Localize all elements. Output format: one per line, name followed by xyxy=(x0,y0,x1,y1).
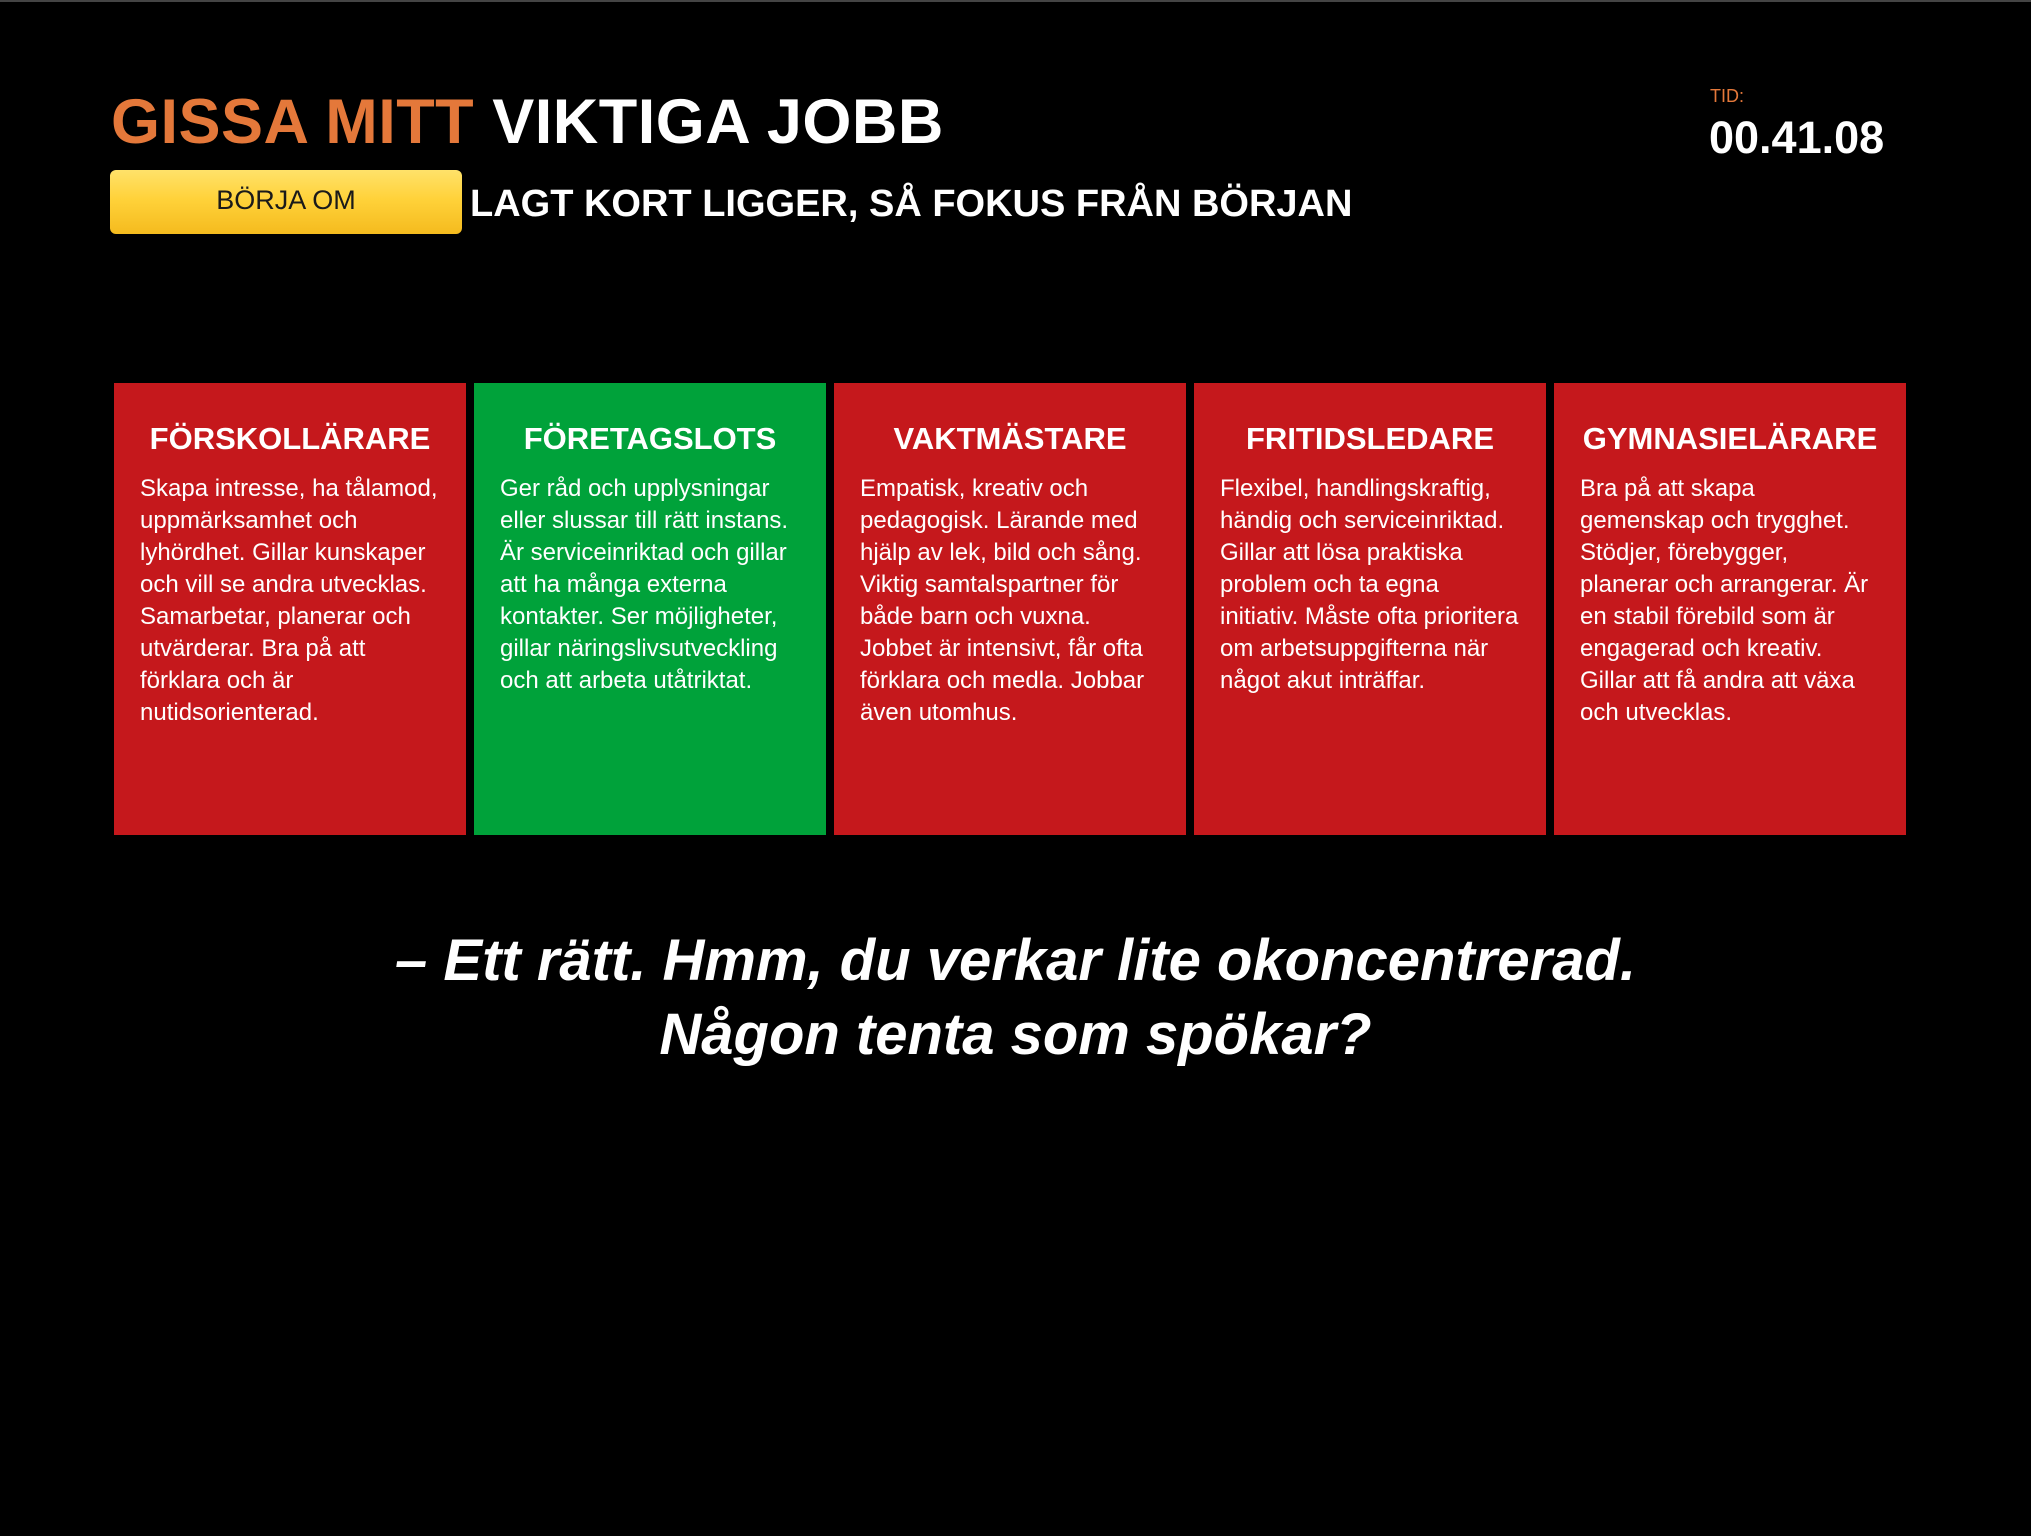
job-card-description: Flexibel, handlingskraftig, händig och s… xyxy=(1220,475,1519,694)
game-title-highlight: GISSA MITT xyxy=(111,87,475,157)
timer-label: TID: xyxy=(1710,86,1744,106)
job-card-gymnasielarare[interactable]: GYMNASIELÄRARE Bra på att skapa gemenska… xyxy=(1554,383,1906,835)
job-card-foretagslots[interactable]: FÖRETAGSLOTS Ger råd och upplysningar el… xyxy=(474,383,826,835)
game-subtitle: LAGT KORT LIGGER, SÅ FOKUS FRÅN BÖRJAN xyxy=(470,183,1353,225)
job-card-title: FÖRETAGSLOTS xyxy=(523,421,777,456)
job-card-title: VAKTMÄSTARE xyxy=(893,421,1127,456)
job-card-description: Empatisk, kreativ och pedagogisk. Lärand… xyxy=(860,475,1145,726)
job-card-title: FRITIDSLEDARE xyxy=(1246,421,1494,456)
feedback-line-2: Någon tenta som spökar? xyxy=(659,1002,1372,1067)
timer-value: 00.41.08 xyxy=(1709,112,1885,163)
job-card-forskollarare[interactable]: FÖRSKOLLÄRARE Skapa intresse, ha tålamod… xyxy=(114,383,466,835)
job-card-description: Skapa intresse, ha tålamod, uppmärksamhe… xyxy=(140,475,438,726)
feedback-line-1: – Ett rätt. Hmm, du verkar lite okoncent… xyxy=(395,928,1636,993)
job-card-fritidsledare[interactable]: FRITIDSLEDARE Flexibel, handlingskraftig… xyxy=(1194,383,1546,835)
game-title-main: VIKTIGA JOBB xyxy=(492,87,944,157)
job-card-title: FÖRSKOLLÄRARE xyxy=(149,421,431,456)
feedback-message: – Ett rätt. Hmm, du verkar lite okoncent… xyxy=(0,924,2031,1072)
job-card-vaktmastare[interactable]: VAKTMÄSTARE Empatisk, kreativ och pedago… xyxy=(834,383,1186,835)
job-card-description: Bra på att skapa gemenskap och trygghet.… xyxy=(1580,475,1869,726)
job-card-description: Ger råd och upplysningar eller slussar t… xyxy=(500,475,789,694)
restart-button[interactable]: BÖRJA OM xyxy=(110,170,462,234)
job-card-title: GYMNASIELÄRARE xyxy=(1582,421,1878,456)
game-title: GISSA MITT VIKTIGA JOBB xyxy=(111,82,944,162)
